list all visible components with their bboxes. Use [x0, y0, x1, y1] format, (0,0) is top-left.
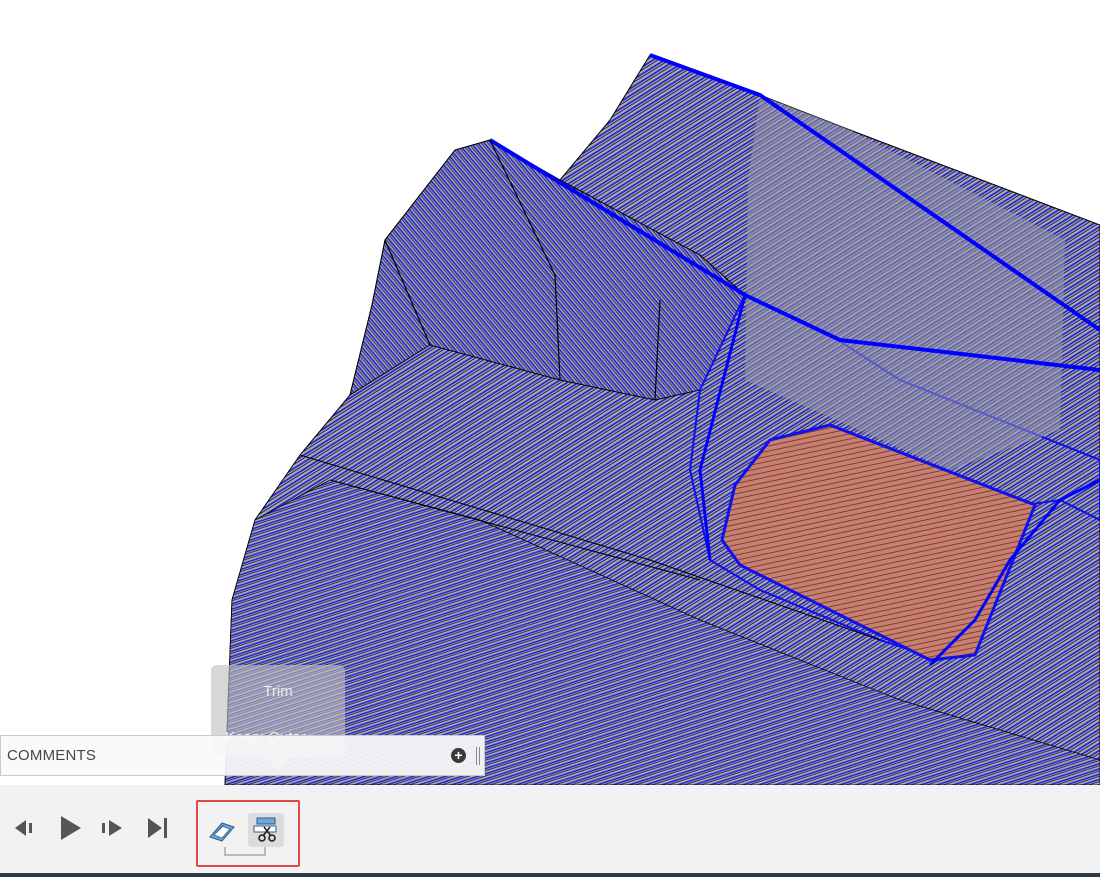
play-icon[interactable]: [57, 815, 85, 841]
comments-label: COMMENTS: [7, 747, 97, 764]
tooltip-title: Trim: [263, 683, 293, 700]
feature-group-bracket: [224, 847, 266, 856]
go-to-end-icon[interactable]: [145, 815, 173, 841]
plus-circle-icon[interactable]: +: [451, 748, 466, 763]
model-canvas[interactable]: [0, 0, 1100, 785]
surface-feature-icon[interactable]: [206, 815, 238, 845]
step-forward-icon[interactable]: [100, 815, 130, 841]
trim-feature-icon[interactable]: [248, 813, 284, 847]
panel-pin-icon[interactable]: [476, 747, 480, 765]
comments-panel[interactable]: COMMENTS +: [0, 735, 485, 776]
timeline-bar: [0, 785, 1100, 873]
step-back-icon[interactable]: [14, 815, 44, 841]
3d-viewport[interactable]: [0, 0, 1100, 785]
status-strip: [0, 873, 1100, 877]
